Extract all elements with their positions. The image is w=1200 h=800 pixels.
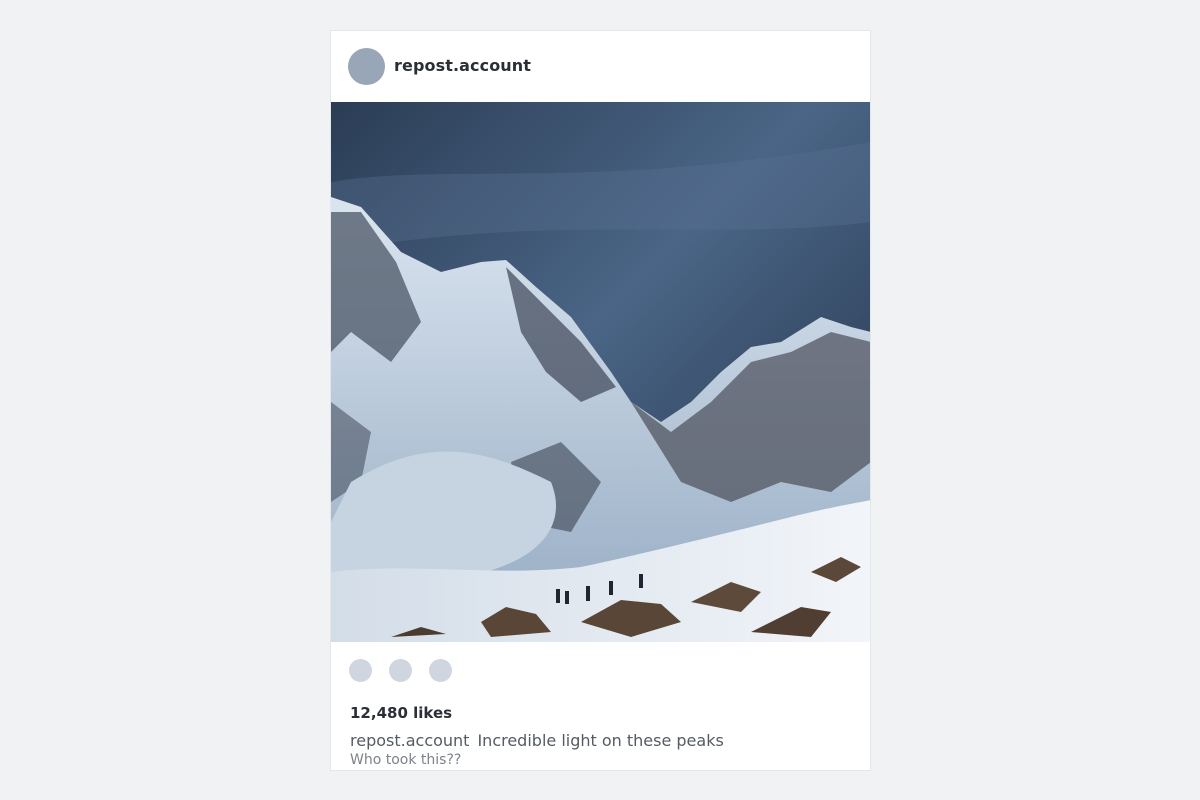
likes-count[interactable]: 12,480 likes <box>350 704 452 722</box>
caption-username[interactable]: repost.account <box>350 731 469 750</box>
post-header: repost.account <box>331 31 870 102</box>
avatar[interactable] <box>348 48 385 85</box>
post-card: repost.account 12,480 likes repost.accou… <box>330 30 871 771</box>
post-username[interactable]: repost.account <box>394 56 531 75</box>
like-icon[interactable] <box>349 659 372 682</box>
comment-icon[interactable] <box>389 659 412 682</box>
share-icon[interactable] <box>429 659 452 682</box>
comment-text: Who took this?? <box>350 752 462 768</box>
post-photo[interactable] <box>331 102 871 642</box>
caption-text: Incredible light on these peaks <box>477 731 724 750</box>
post-caption: repost.account Incredible light on these … <box>350 731 724 750</box>
